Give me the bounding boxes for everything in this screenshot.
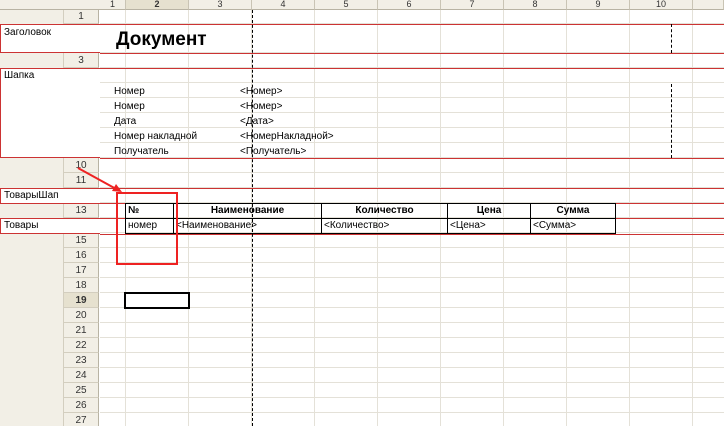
row-header-17[interactable]: 17	[63, 263, 99, 278]
grid-row-line	[100, 97, 724, 98]
section-boundary-line	[100, 234, 724, 235]
page-break-line	[671, 84, 672, 158]
field-value[interactable]: <Номер>	[240, 99, 282, 114]
field-value[interactable]: <Дата>	[240, 114, 274, 129]
table-header-quantity[interactable]: Количество	[321, 203, 448, 219]
row-header-15[interactable]: 15	[63, 233, 99, 248]
column-header-6[interactable]: 6	[378, 0, 441, 10]
row-header-23[interactable]: 23	[63, 353, 99, 368]
table-header-price[interactable]: Цена	[447, 203, 531, 219]
row-header-1[interactable]: 1	[63, 10, 99, 24]
field-label[interactable]: Номер	[114, 99, 145, 114]
section-boundary-line	[100, 53, 724, 54]
column-header-5[interactable]: 5	[315, 0, 378, 10]
column-header-8[interactable]: 8	[504, 0, 567, 10]
grid-row-line	[100, 382, 724, 383]
row-header-21[interactable]: 21	[63, 323, 99, 338]
grid-row-line	[100, 127, 724, 128]
table-cell-quantity[interactable]: <Количество>	[321, 218, 448, 234]
grid-row-line	[100, 262, 724, 263]
document-title[interactable]: Документ	[116, 28, 207, 52]
row-header-27[interactable]: 27	[63, 413, 99, 426]
field-value[interactable]: <Получатель>	[240, 144, 306, 159]
row-header-22[interactable]: 22	[63, 338, 99, 353]
section-goods-header-label: ТоварыШап	[4, 190, 59, 201]
column-header-4[interactable]: 4	[252, 0, 315, 10]
row-header-24[interactable]: 24	[63, 368, 99, 383]
section-boundary-line	[100, 68, 724, 69]
grid-row-line	[100, 397, 724, 398]
column-header-7[interactable]: 7	[441, 0, 504, 10]
table-header-name[interactable]: Наименование	[173, 203, 322, 219]
grid-row-line	[100, 412, 724, 413]
row-header-13[interactable]: 13	[63, 203, 99, 218]
column-header-1[interactable]: 1	[100, 0, 126, 10]
section-boundary-line	[100, 188, 724, 189]
section-cap-frame[interactable]	[0, 68, 100, 158]
page-break-line	[671, 24, 672, 53]
grid-row-line	[100, 172, 724, 173]
column-header-3[interactable]: 3	[189, 0, 252, 10]
field-value[interactable]: <НомерНакладной>	[240, 129, 334, 144]
section-goods-label: Товары	[4, 220, 39, 231]
table-cell-name[interactable]: <Наименование>	[173, 218, 322, 234]
grid-row-line	[100, 307, 724, 308]
table-cell-price[interactable]: <Цена>	[447, 218, 531, 234]
section-cap-label: Шапка	[4, 70, 35, 81]
field-label[interactable]: Получатель	[114, 144, 169, 159]
column-header-11[interactable]	[693, 0, 724, 10]
grid-row-line	[100, 322, 724, 323]
grid-row-line	[100, 367, 724, 368]
row-header-3[interactable]: 3	[63, 53, 99, 68]
table-cell-sum[interactable]: <Сумма>	[530, 218, 616, 234]
grid-row-line	[100, 292, 724, 293]
section-header-label: Заголовок	[4, 27, 52, 38]
section-boundary-line	[100, 158, 724, 159]
grid-row-line	[100, 352, 724, 353]
grid-row-line	[100, 247, 724, 248]
row-header-25[interactable]: 25	[63, 383, 99, 398]
field-label[interactable]: Дата	[114, 114, 136, 129]
field-label[interactable]: Номер	[114, 84, 145, 99]
row-header-18[interactable]: 18	[63, 278, 99, 293]
grid-row-line	[100, 277, 724, 278]
row-header-16[interactable]: 16	[63, 248, 99, 263]
column-header-10[interactable]: 10	[630, 0, 693, 10]
column-header-2[interactable]: 2	[126, 0, 189, 10]
selected-cell[interactable]	[124, 292, 190, 309]
spreadsheet-window: 1 2 3 4 5 6 7 8 9 10 1234567891011121314…	[0, 0, 724, 426]
header-corner	[0, 0, 100, 10]
field-label[interactable]: Номер накладной	[114, 129, 197, 144]
section-boundary-line	[100, 24, 724, 25]
annotation-arrow-icon	[77, 167, 122, 192]
column-header-9[interactable]: 9	[567, 0, 630, 10]
grid-row-line	[100, 82, 724, 83]
row-header-20[interactable]: 20	[63, 308, 99, 323]
grid-row-line	[100, 112, 724, 113]
field-value[interactable]: <Номер>	[240, 84, 282, 99]
table-header-sum[interactable]: Сумма	[530, 203, 616, 219]
annotation-highlight-box	[116, 192, 178, 265]
row-header-19[interactable]: 19	[63, 293, 99, 308]
row-header-26[interactable]: 26	[63, 398, 99, 413]
grid-row-line	[100, 337, 724, 338]
